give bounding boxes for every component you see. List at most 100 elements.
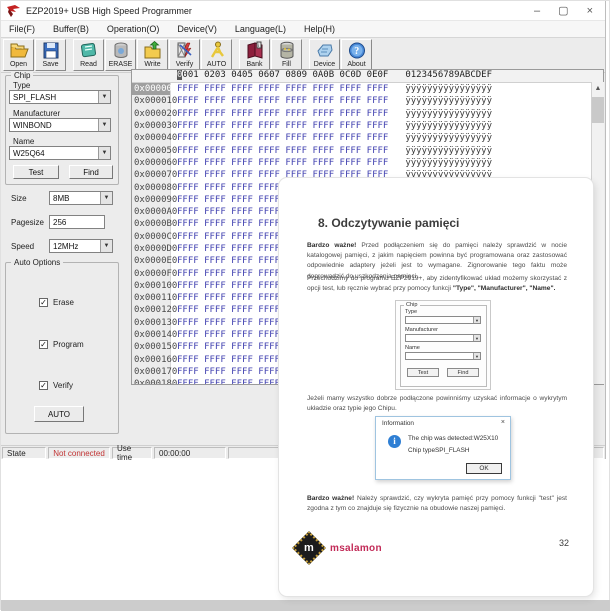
chevron-down-icon[interactable]: ▼ [100,192,112,204]
maximize-button[interactable]: ▢ [558,1,568,21]
manufacturer-combobox[interactable]: WINBOND ▼ [9,118,111,132]
hex-row[interactable]: 0x000050FFFF FFFF FFFF FFFF FFFF FFFF FF… [132,144,603,156]
hex-row-address: 0x0000C0 [132,231,171,243]
bottom-strip [1,600,610,611]
use-time-value: 00:00:00 [154,447,226,459]
bank-button[interactable]: i Bank [239,39,270,71]
doc-dialog-line1: The chip was detected:W25X10 [408,435,498,442]
hex-row-address: 0x000140 [132,329,171,341]
menu-file[interactable]: File(F) [7,23,37,35]
size-label: Size [11,194,27,203]
hex-row-address: 0x000010 [132,95,171,107]
auto-person-icon [207,41,227,60]
hex-row-bytes[interactable]: FFFF FFFF FFFF FFFF FFFF FFFF FFFF FFFF [171,96,388,106]
close-button[interactable]: × [587,1,593,21]
hex-row[interactable]: 0x000040FFFF FFFF FFFF FFFF FFFF FFFF FF… [132,132,603,144]
doc-paragraph-2: Przechodzimy do programu EZP2019+, aby z… [307,274,567,294]
hex-row-bytes[interactable]: FFFF FFFF FFFF FFFF FFFF FFFF FFFF FFFF [171,109,388,119]
hex-column-header: 0001 0203 0405 0607 0809 0A0B 0C0D 0E0F0… [132,70,603,83]
manufacturer-label: Manufacturer [13,109,60,118]
app-logo-icon [7,5,20,17]
toolbar: Open Save Read ERASE Write Verify AUTO [1,38,605,73]
doc-test-button: Test [407,368,439,377]
checkmark-icon: ✓ [39,298,48,307]
chevron-down-icon: ▼ [473,317,480,323]
device-button[interactable]: Device [309,39,340,71]
hex-row-bytes[interactable]: FFFF FFFF FFFF FFFF FFFF FFFF FFFF FFFF [171,158,388,168]
test-button[interactable]: Test [13,165,59,179]
open-button[interactable]: Open [3,39,34,71]
hex-row-bytes[interactable]: FFFF FFFF FFFF FFFF FFFF FFFF FFFF FFFF [171,146,388,156]
fill-button[interactable]: Fill [271,39,302,71]
hex-row-address: 0x000090 [132,194,171,206]
device-icon [315,41,335,60]
erase-checkbox[interactable]: ✓ Erase [39,298,74,307]
hex-row[interactable]: 0x000000FFFF FFFF FFFF FFFF FFFF FFFF FF… [132,83,603,95]
chevron-down-icon[interactable]: ▼ [98,147,110,159]
hex-row-ascii[interactable]: ÿÿÿÿÿÿÿÿÿÿÿÿÿÿÿÿ [388,96,492,106]
menu-language[interactable]: Language(L) [233,23,288,35]
hex-row-address: 0x000000 [132,83,171,95]
hex-row-address: 0x000070 [132,169,171,181]
doc-chip-type-label: Type [405,309,417,315]
speed-combobox[interactable]: 12MHz ▼ [49,239,113,253]
about-button[interactable]: ? About [341,39,372,71]
hex-row[interactable]: 0x000060FFFF FFFF FFFF FFFF FFFF FFFF FF… [132,157,603,169]
auto-run-button[interactable]: AUTO [34,406,84,422]
program-checkbox[interactable]: ✓ Program [39,340,84,349]
type-combobox[interactable]: SPI_FLASH ▼ [9,90,111,104]
hex-row-ascii[interactable]: ÿÿÿÿÿÿÿÿÿÿÿÿÿÿÿÿ [388,109,492,119]
hex-row-bytes[interactable]: FFFF FFFF FFFF FFFF FFFF FFFF FFFF FFFF [171,84,388,94]
hex-row-ascii[interactable]: ÿÿÿÿÿÿÿÿÿÿÿÿÿÿÿÿ [388,84,492,94]
erase-button[interactable]: ERASE [105,39,136,71]
scrollbar-thumb[interactable] [592,97,604,123]
size-combobox[interactable]: 8MB ▼ [49,191,113,205]
name-combobox[interactable]: W25Q64 ▼ [9,146,111,160]
verify-icon [175,41,195,60]
doc-chip-manufacturer-combo: ▼ [405,334,481,342]
verify-button[interactable]: Verify [169,39,200,71]
manual-page-overlay: 8. Odczytywanie pamięci Bardzo ważne! Pr… [279,178,593,596]
verify-checkbox[interactable]: ✓ Verify [39,381,73,390]
menu-buffer[interactable]: Buffer(B) [51,23,91,35]
menu-help[interactable]: Help(H) [302,23,337,35]
hex-row-bytes[interactable]: FFFF FFFF FFFF FFFF FFFF FFFF FFFF FFFF [171,133,388,143]
hex-row-address: 0x000050 [132,144,171,156]
hex-row-bytes[interactable]: FFFF FFFF FFFF FFFF FFFF FFFF FFFF FFFF [171,121,388,131]
hex-row-ascii[interactable]: ÿÿÿÿÿÿÿÿÿÿÿÿÿÿÿÿ [388,133,492,143]
scroll-up-icon[interactable]: ▲ [592,82,604,96]
doc-paragraph-4: Bardzo ważne! Należy sprawdzić, czy wykr… [307,494,567,514]
save-button[interactable]: Save [35,39,66,71]
read-book-icon [79,41,99,60]
hex-row-ascii[interactable]: ÿÿÿÿÿÿÿÿÿÿÿÿÿÿÿÿ [388,146,492,156]
use-time-label: Use time [112,447,152,459]
auto-button-toolbar[interactable]: AUTO [201,39,232,71]
minimize-button[interactable]: – [534,1,540,21]
name-label: Name [13,137,34,146]
speed-label: Speed [11,242,34,251]
chevron-down-icon[interactable]: ▼ [98,91,110,103]
chevron-down-icon[interactable]: ▼ [100,240,112,252]
read-button[interactable]: Read [73,39,104,71]
find-button[interactable]: Find [69,165,113,179]
menu-operation[interactable]: Operation(O) [105,23,162,35]
close-icon: × [501,419,505,426]
pagesize-input[interactable]: 256 [49,215,105,229]
doc-dialog-title: Information [382,420,414,427]
hex-row-address: 0x0000B0 [132,218,171,230]
doc-dialog-line2: Chip typeSPI_FLASH [408,447,469,454]
hex-row[interactable]: 0x000020FFFF FFFF FFFF FFFF FFFF FFFF FF… [132,108,603,120]
chevron-down-icon[interactable]: ▼ [98,119,110,131]
hex-row-address: 0x0000A0 [132,206,171,218]
pagesize-label: Pagesize [11,218,44,227]
menu-device[interactable]: Device(V) [175,23,219,35]
sidebar: Chip Type SPI_FLASH ▼ Manufacturer WINBO… [3,73,129,445]
hex-row-ascii[interactable]: ÿÿÿÿÿÿÿÿÿÿÿÿÿÿÿÿ [388,121,492,131]
write-button[interactable]: Write [137,39,168,71]
hex-row[interactable]: 0x000010FFFF FFFF FFFF FFFF FFFF FFFF FF… [132,95,603,107]
hex-row[interactable]: 0x000030FFFF FFFF FFFF FFFF FFFF FFFF FF… [132,120,603,132]
hex-row-address: 0x000160 [132,354,171,366]
checkmark-icon: ✓ [39,340,48,349]
hex-row-ascii[interactable]: ÿÿÿÿÿÿÿÿÿÿÿÿÿÿÿÿ [388,158,492,168]
logo-diamond-icon: m [292,531,326,565]
